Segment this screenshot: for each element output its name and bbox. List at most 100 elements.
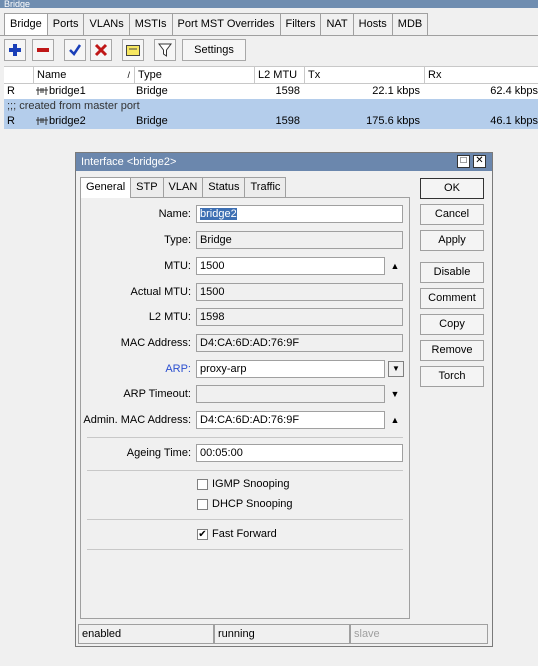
sort-icon: /: [127, 70, 130, 80]
remove-button[interactable]: [32, 39, 54, 61]
arp-timeout-label: ARP Timeout:: [123, 388, 191, 400]
actual-mtu-field: 1500: [196, 283, 403, 301]
tab-ports[interactable]: Ports: [46, 13, 85, 35]
arp-select[interactable]: proxy-arp: [196, 360, 385, 378]
dhcp-snooping-label: DHCP Snooping: [212, 498, 293, 510]
row-tx: 22.1 kbps: [372, 85, 420, 97]
enable-button[interactable]: [64, 39, 86, 61]
disable-button[interactable]: [90, 39, 112, 61]
column-flags[interactable]: [4, 67, 33, 83]
type-label: Type:: [164, 234, 191, 246]
column-type[interactable]: Type: [134, 67, 254, 83]
row-name: bridge1: [36, 84, 86, 99]
igmp-snooping-checkbox[interactable]: [197, 479, 208, 490]
tab-mdb[interactable]: MDB: [391, 13, 429, 35]
tab-vlans[interactable]: VLANs: [83, 13, 130, 35]
column-tx[interactable]: Tx: [304, 67, 424, 83]
add-button[interactable]: [4, 39, 26, 61]
tab-divider: [0, 35, 538, 36]
apply-button[interactable]: Apply: [420, 230, 484, 251]
divider: [87, 437, 403, 438]
filter-button[interactable]: [154, 39, 176, 61]
arp-timeout-field[interactable]: [196, 385, 385, 403]
expand-down-icon[interactable]: ▼: [389, 388, 401, 400]
collapse-up-icon[interactable]: ▲: [389, 260, 401, 272]
maximize-button[interactable]: □: [457, 155, 470, 168]
check-icon: [69, 44, 82, 56]
row-comment: ;;; created from master port: [7, 100, 140, 112]
row-flag: R: [7, 85, 15, 97]
row-name-text: bridge2: [49, 115, 86, 127]
dialog-title[interactable]: Interface <bridge2>: [76, 153, 492, 171]
row-type: Bridge: [136, 85, 168, 97]
row-l2mtu: 1598: [275, 85, 300, 97]
mtu-field[interactable]: 1500: [196, 257, 385, 275]
window-title: Bridge: [0, 0, 538, 8]
divider: [87, 519, 403, 520]
tab-hosts[interactable]: Hosts: [352, 13, 393, 35]
tab-port-mst-overrides[interactable]: Port MST Overrides: [171, 13, 281, 35]
tab-nat[interactable]: NAT: [320, 13, 354, 35]
ok-button[interactable]: OK: [420, 178, 484, 199]
column-label: Name: [37, 69, 67, 81]
plus-icon: [9, 44, 21, 56]
tab-mstis[interactable]: MSTIs: [128, 13, 173, 35]
comment-button[interactable]: [122, 39, 144, 61]
actual-mtu-label: Actual MTU:: [130, 286, 191, 298]
table-header: Name / Type L2 MTU Tx Rx: [4, 66, 538, 84]
admin-mac-field[interactable]: D4:CA:6D:AD:76:9F: [196, 411, 385, 429]
mtu-label: MTU:: [164, 260, 191, 272]
tab-vlan[interactable]: VLAN: [162, 177, 204, 197]
fast-forward-checkbox[interactable]: ✔: [197, 529, 208, 540]
name-label: Name:: [158, 208, 191, 220]
column-name[interactable]: Name /: [33, 67, 134, 83]
settings-button[interactable]: Settings: [182, 39, 246, 61]
table-row[interactable]: R bridge2 Bridge 1598 175.6 kbps 46.1 kb…: [4, 114, 538, 129]
row-l2mtu: 1598: [275, 115, 300, 127]
tab-traffic[interactable]: Traffic: [244, 177, 287, 197]
status-running: running: [214, 624, 350, 644]
tab-filters[interactable]: Filters: [279, 13, 322, 35]
tab-bridge[interactable]: Bridge: [4, 13, 48, 36]
table-row-comment[interactable]: ;;; created from master port: [4, 99, 538, 114]
row-name: bridge2: [36, 114, 86, 129]
dropdown-icon[interactable]: ▼: [388, 361, 404, 377]
collapse-up-icon[interactable]: ▲: [389, 414, 401, 426]
table-row[interactable]: R bridge1 Bridge 1598 22.1 kbps 62.4 kbp…: [4, 84, 538, 99]
arp-label: ARP:: [165, 363, 191, 375]
row-tx: 175.6 kbps: [366, 115, 420, 127]
main-tabbar: Bridge Ports VLANs MSTIs Port MST Overri…: [4, 13, 429, 36]
copy-button[interactable]: Copy: [420, 314, 484, 335]
ageing-time-field[interactable]: 00:05:00: [196, 444, 403, 462]
column-rx[interactable]: Rx: [424, 67, 538, 83]
row-rx: 46.1 kbps: [490, 115, 538, 127]
type-field: Bridge: [196, 231, 403, 249]
tab-general[interactable]: General: [80, 177, 132, 198]
status-slave: slave: [350, 624, 488, 644]
dialog-title-text: Interface <bridge2>: [81, 156, 177, 168]
cancel-button[interactable]: Cancel: [420, 204, 484, 225]
filter-icon: [158, 43, 172, 57]
status-bar: enabled running slave: [78, 624, 488, 644]
tab-stp[interactable]: STP: [130, 177, 164, 197]
close-button[interactable]: ✕: [473, 155, 486, 168]
name-field[interactable]: bridge2: [196, 205, 403, 223]
igmp-snooping-label: IGMP Snooping: [212, 478, 290, 490]
ageing-time-label: Ageing Time:: [126, 447, 191, 459]
dhcp-snooping-checkbox[interactable]: [197, 499, 208, 510]
tab-status[interactable]: Status: [202, 177, 246, 197]
column-l2mtu[interactable]: L2 MTU: [254, 67, 304, 83]
divider: [87, 470, 403, 471]
torch-button[interactable]: Torch: [420, 366, 484, 387]
maximize-icon: □: [460, 155, 467, 166]
general-panel: Name: bridge2 Type: Bridge MTU: 1500 ▲ A…: [80, 197, 410, 619]
remove-button[interactable]: Remove: [420, 340, 484, 361]
divider: [87, 549, 403, 550]
close-icon: ✕: [475, 155, 484, 166]
disable-button[interactable]: Disable: [420, 262, 484, 283]
minus-icon: [37, 48, 49, 52]
comment-button[interactable]: Comment: [420, 288, 484, 309]
row-name-text: bridge1: [49, 85, 86, 97]
mac-label: MAC Address:: [120, 337, 191, 349]
bridge-table: Name / Type L2 MTU Tx Rx R bridge1 Bridge…: [4, 66, 538, 129]
